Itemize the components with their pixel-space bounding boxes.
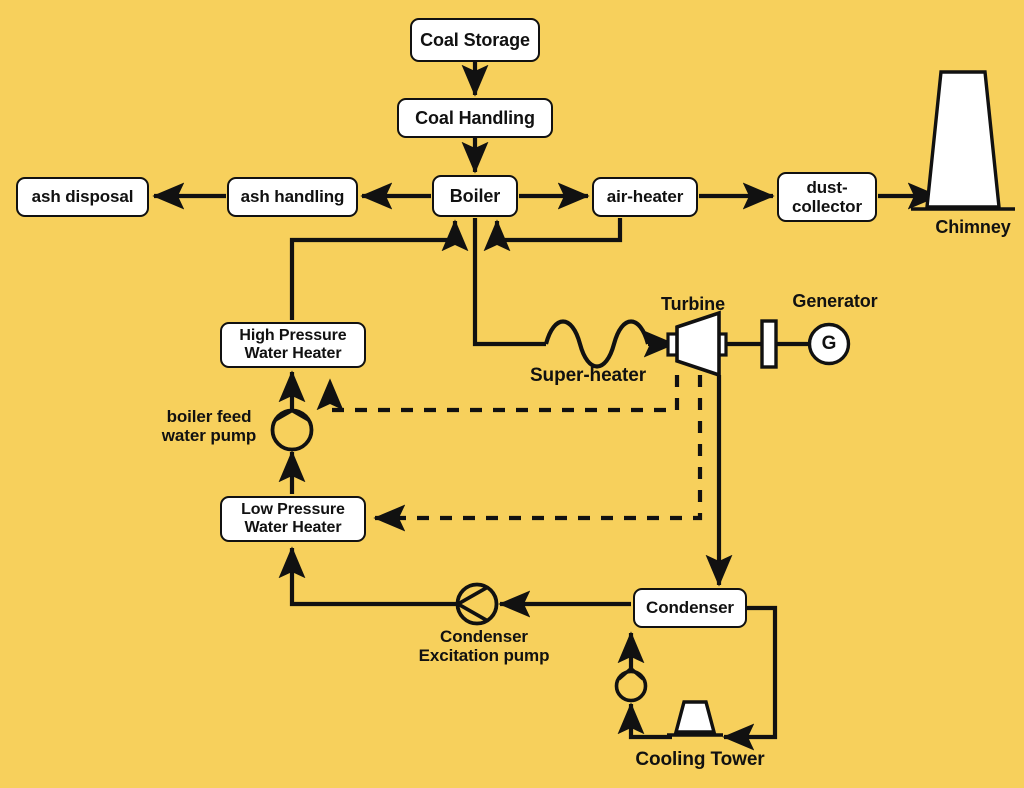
cooling-water-pump-symbol (614, 666, 648, 703)
chimney-stack (925, 70, 1001, 209)
flow-hp-heater-to-boiler (289, 219, 469, 320)
chimney-symbol (911, 70, 1015, 211)
generator-symbol-letter: G (821, 333, 837, 354)
flow-boiler-steam-out (472, 218, 546, 347)
generator-label: Generator (792, 291, 878, 311)
diagram-canvas: Coal Storage Coal Handling Boiler ash ha… (0, 0, 1024, 788)
node-dust-collector[interactable]: dust- collector (777, 172, 877, 222)
chimney-label: Chimney (935, 217, 1011, 237)
node-coal-handling[interactable]: Coal Handling (397, 98, 553, 138)
condenser-excitation-pump-symbol (454, 582, 499, 626)
cooling-tower-label: Cooling Tower (635, 749, 765, 770)
node-ash-disposal[interactable]: ash disposal (16, 177, 149, 217)
superheater-label: Super-heater (529, 365, 646, 386)
flow-cooling-tower-to-pump (617, 702, 672, 740)
turbine-symbol (666, 310, 728, 378)
boiler-feed-water-pump-symbol (270, 408, 314, 452)
node-high-pressure-water-heater[interactable]: High Pressure Water Heater (220, 322, 366, 368)
node-condenser[interactable]: Condenser (633, 588, 747, 628)
node-boiler[interactable]: Boiler (432, 175, 518, 217)
node-air-heater[interactable]: air-heater (592, 177, 698, 217)
superheater-coil (543, 319, 651, 369)
boiler-feed-water-pump-label: boiler feed water pump (161, 407, 257, 446)
turbine-body (675, 310, 721, 378)
flow-air-heater-to-boiler (483, 218, 623, 252)
cooling-tower-symbol (667, 700, 723, 737)
node-coal-storage[interactable]: Coal Storage (410, 18, 540, 62)
turbine-label: Turbine (661, 294, 725, 314)
flow-excitation-pump-to-lp-heater (278, 546, 458, 607)
condenser-excitation-pump-label: Condenser Excitation pump (418, 627, 550, 666)
node-ash-handling[interactable]: ash handling (227, 177, 358, 217)
node-low-pressure-water-heater[interactable]: Low Pressure Water Heater (220, 496, 366, 542)
turbine-generator-coupling (760, 319, 778, 369)
cooling-tower-shell (673, 700, 717, 734)
flow-turbine-bleed-to-lp-heater (373, 375, 703, 532)
